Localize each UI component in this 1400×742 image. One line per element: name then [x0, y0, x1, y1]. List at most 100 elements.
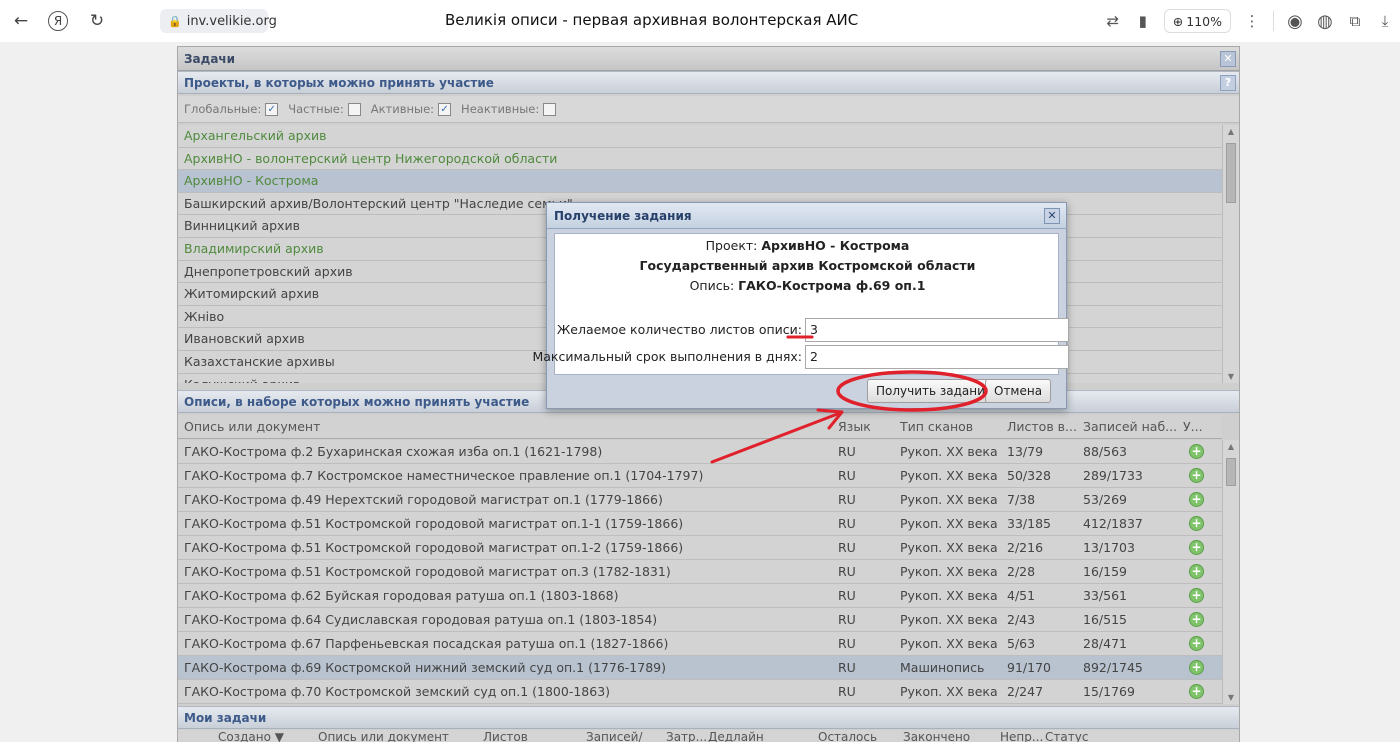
col-records-header[interactable]: Записей наб...: [1083, 419, 1177, 434]
zoom-indicator[interactable]: ⊕ 110%: [1163, 9, 1231, 33]
my-tasks-col-header[interactable]: Осталось: [818, 730, 877, 742]
cell-records: 16/515: [1083, 612, 1127, 627]
dialog-title: Получение задания: [554, 209, 692, 223]
globe-icon[interactable]: ◍: [1310, 11, 1340, 32]
table-row[interactable]: ГАКО-Кострома ф.64 Судиславская городова…: [178, 608, 1222, 632]
inventories-scrollbar[interactable]: ▲ ▼: [1222, 440, 1239, 704]
scroll-down-icon[interactable]: ▼: [1223, 693, 1239, 702]
yandex-logo-icon[interactable]: Я: [48, 11, 68, 31]
download-icon[interactable]: ⤓: [1370, 12, 1400, 30]
cell-scan: Рукоп. XX века: [900, 684, 998, 699]
table-row[interactable]: ГАКО-Кострома ф.2 Бухаринская схожая изб…: [178, 440, 1222, 464]
cell-sheets: 7/38: [1007, 492, 1036, 507]
cell-sheets: 2/247: [1007, 684, 1044, 699]
table-row[interactable]: ГАКО-Кострома ф.51 Костромской городовой…: [178, 560, 1222, 584]
cell-scan: Рукоп. XX века: [900, 492, 998, 507]
add-icon[interactable]: +: [1189, 612, 1204, 627]
table-row[interactable]: ГАКО-Кострома ф.69 Костромской нижний зе…: [178, 656, 1222, 680]
cell-lang: RU: [838, 564, 856, 579]
inventories-grid: ГАКО-Кострома ф.2 Бухаринская схожая изб…: [178, 440, 1222, 704]
my-tasks-col-header[interactable]: Создано ▼: [218, 730, 284, 742]
cell-sheets: 33/185: [1007, 516, 1051, 531]
add-icon[interactable]: +: [1189, 636, 1204, 651]
project-list-scrollbar[interactable]: ▲ ▼: [1222, 125, 1239, 383]
alice-icon[interactable]: ◉: [1280, 11, 1310, 32]
cell-records: 33/561: [1083, 588, 1127, 603]
add-icon[interactable]: +: [1189, 588, 1204, 603]
my-tasks-col-header[interactable]: Дедлайн: [708, 730, 764, 742]
cell-sheets: 4/51: [1007, 588, 1036, 603]
cell-records: 53/269: [1083, 492, 1127, 507]
zoom-level: 110%: [1186, 13, 1222, 29]
translate-icon[interactable]: ⇄: [1098, 12, 1128, 30]
menu-icon[interactable]: ⋮: [1237, 12, 1267, 30]
get-task-button[interactable]: Получить задание: [867, 379, 1002, 403]
projects-panel-title: Проекты, в которых можно принять участие: [184, 76, 494, 90]
filter-label: Неактивные:: [461, 102, 540, 116]
table-row[interactable]: ГАКО-Кострома ф.70 Костромской земский с…: [178, 680, 1222, 704]
scroll-down-icon[interactable]: ▼: [1223, 372, 1239, 381]
cancel-button[interactable]: Отмена: [985, 379, 1052, 403]
filter-label: Глобальные:: [184, 102, 262, 116]
table-row[interactable]: ГАКО-Кострома ф.51 Костромской городовой…: [178, 512, 1222, 536]
close-icon[interactable]: ✕: [1044, 208, 1060, 224]
my-tasks-col-header[interactable]: Опись или документ: [318, 730, 449, 742]
deadline-days-input[interactable]: 2: [805, 345, 1069, 369]
tasks-window-title: Задачи: [184, 52, 236, 66]
col-u-header[interactable]: У...: [1183, 419, 1203, 434]
add-icon[interactable]: +: [1189, 492, 1204, 507]
scroll-up-icon[interactable]: ▲: [1223, 127, 1239, 136]
extensions-icon[interactable]: ⧉: [1340, 12, 1370, 30]
project-list-item[interactable]: Архангельский архив: [178, 125, 1222, 148]
project-list-item[interactable]: АрхивНО - Кострома: [178, 170, 1222, 193]
filter-label: Активные:: [370, 102, 435, 116]
sheets-count-input[interactable]: 3: [805, 318, 1069, 342]
cell-records: 892/1745: [1083, 660, 1143, 675]
address-bar[interactable]: 🔒 inv.velikie.org: [160, 9, 277, 33]
cell-scan: Машинопись: [900, 660, 985, 675]
cell-scan: Рукоп. XX века: [900, 636, 998, 651]
cell-lang: RU: [838, 444, 856, 459]
my-tasks-col-header[interactable]: Листов: [483, 730, 528, 742]
zoom-icon: ⊕: [1172, 13, 1184, 29]
filter-checkbox[interactable]: ✓: [438, 102, 452, 116]
add-icon[interactable]: +: [1189, 516, 1204, 531]
filter-checkbox[interactable]: [543, 102, 557, 116]
my-tasks-col-header[interactable]: Статус: [1045, 730, 1088, 742]
col-doc-header[interactable]: Опись или документ: [184, 419, 320, 434]
my-tasks-col-header[interactable]: Непр...: [1000, 730, 1043, 742]
table-row[interactable]: ГАКО-Кострома ф.7 Костромское наместниче…: [178, 464, 1222, 488]
my-tasks-col-header[interactable]: Затр...: [666, 730, 707, 742]
col-sheets-header[interactable]: Листов в...: [1007, 419, 1077, 434]
my-tasks-col-header[interactable]: Закончено: [903, 730, 970, 742]
archive-line: Государственный архив Костромской област…: [555, 258, 1060, 273]
col-lang-header[interactable]: Язык: [838, 419, 871, 434]
table-row[interactable]: ГАКО-Кострома ф.51 Костромской городовой…: [178, 536, 1222, 560]
add-icon[interactable]: +: [1189, 468, 1204, 483]
reload-icon[interactable]: ↻: [84, 8, 110, 34]
page-title: Великія описи - первая архивная волонтер…: [445, 11, 859, 29]
project-list-item[interactable]: АрхивНО - волонтерский центр Нижегородск…: [178, 147, 1222, 171]
scroll-up-icon[interactable]: ▲: [1223, 442, 1239, 451]
filter-checkbox[interactable]: ✓: [265, 102, 279, 116]
add-icon[interactable]: +: [1189, 660, 1204, 675]
add-icon[interactable]: +: [1189, 444, 1204, 459]
cell-doc: ГАКО-Кострома ф.62 Буйская городовая рат…: [184, 588, 619, 603]
table-row[interactable]: ГАКО-Кострома ф.49 Нерехтский городовой …: [178, 488, 1222, 512]
add-icon[interactable]: +: [1189, 564, 1204, 579]
scroll-thumb[interactable]: [1226, 458, 1236, 486]
bookmark-icon[interactable]: ▮: [1128, 12, 1158, 30]
add-icon[interactable]: +: [1189, 540, 1204, 555]
col-scan-header[interactable]: Тип сканов: [900, 419, 973, 434]
help-icon[interactable]: ?: [1220, 75, 1236, 91]
my-tasks-col-header[interactable]: Записей/: [586, 730, 643, 742]
table-row[interactable]: ГАКО-Кострома ф.62 Буйская городовая рат…: [178, 584, 1222, 608]
close-icon[interactable]: ✕: [1220, 51, 1236, 67]
table-row[interactable]: ГАКО-Кострома ф.67 Парфеньевская посадск…: [178, 632, 1222, 656]
add-icon[interactable]: +: [1189, 684, 1204, 699]
scroll-thumb[interactable]: [1226, 143, 1236, 203]
filter-label: Частные:: [288, 102, 344, 116]
my-tasks-panel-header: Мои задачи: [178, 706, 1239, 729]
back-icon[interactable]: ←: [8, 8, 34, 34]
filter-checkbox[interactable]: [347, 102, 361, 116]
